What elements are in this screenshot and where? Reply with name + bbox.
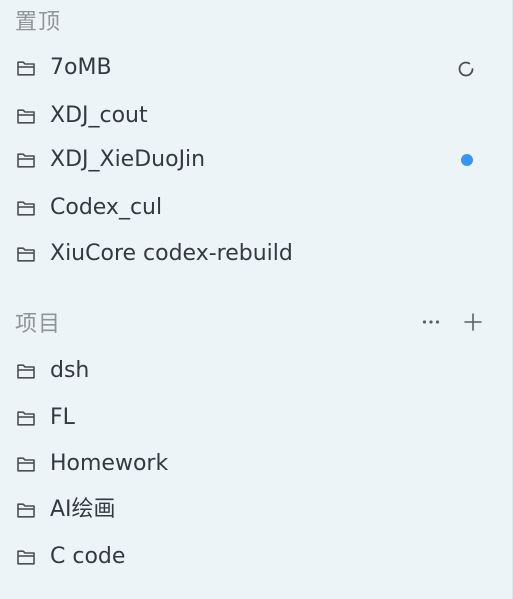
- pinned-item-label: XDJ_cout: [50, 103, 148, 128]
- project-item-label: AI绘画: [50, 497, 116, 522]
- project-item-homework[interactable]: Homework: [0, 444, 512, 484]
- folder-icon: [17, 550, 35, 565]
- folder-icon: [17, 61, 35, 76]
- loading-spinner-icon: [458, 61, 474, 77]
- pinned-item-codex-cul[interactable]: Codex_cul: [0, 188, 512, 228]
- project-item-c-code[interactable]: C code: [0, 537, 512, 577]
- folder-icon: [17, 109, 35, 124]
- folder-icon: [17, 503, 35, 518]
- pinned-item-label: XDJ_XieDuoJin: [50, 147, 206, 172]
- folder-icon: [17, 153, 35, 168]
- projects-actions: [417, 308, 487, 336]
- pinned-item-7omb[interactable]: 7oMB: [0, 48, 512, 88]
- projects-section-title: 项目: [15, 312, 62, 337]
- projects-section-header: 项目: [15, 308, 512, 337]
- project-item-label: FL: [50, 405, 75, 430]
- project-item-fl[interactable]: FL: [0, 398, 512, 438]
- pinned-item-xdj-cout[interactable]: XDJ_cout: [0, 96, 512, 136]
- folder-icon: [17, 411, 35, 426]
- folder-icon: [17, 247, 35, 262]
- folder-icon: [17, 457, 35, 472]
- pinned-item-label: 7oMB: [50, 55, 112, 80]
- project-item-label: dsh: [50, 358, 90, 383]
- unread-dot-icon: [461, 154, 473, 166]
- project-item-ai-painting[interactable]: AI绘画: [0, 490, 512, 530]
- project-item-label: Homework: [50, 451, 169, 476]
- folder-icon: [17, 201, 35, 216]
- pinned-item-label: Codex_cul: [50, 195, 163, 220]
- project-item-dsh[interactable]: dsh: [0, 351, 512, 391]
- sidebar: 置顶 7oMB XDJ_cout XDJ_XieDuoJin Codex_cul…: [0, 0, 513, 599]
- pinned-item-xdj-xieduojin[interactable]: XDJ_XieDuoJin: [0, 140, 512, 180]
- more-horizontal-icon[interactable]: [417, 308, 445, 336]
- pinned-item-label: XiuCore codex-rebuild: [50, 241, 293, 266]
- pinned-section-header: 置顶: [15, 6, 512, 35]
- project-item-label: C code: [50, 544, 126, 569]
- pinned-section-title: 置顶: [15, 10, 62, 35]
- pinned-item-xiucore-codex-rebuild[interactable]: XiuCore codex-rebuild: [0, 234, 512, 274]
- folder-icon: [17, 364, 35, 379]
- plus-icon[interactable]: [459, 308, 487, 336]
